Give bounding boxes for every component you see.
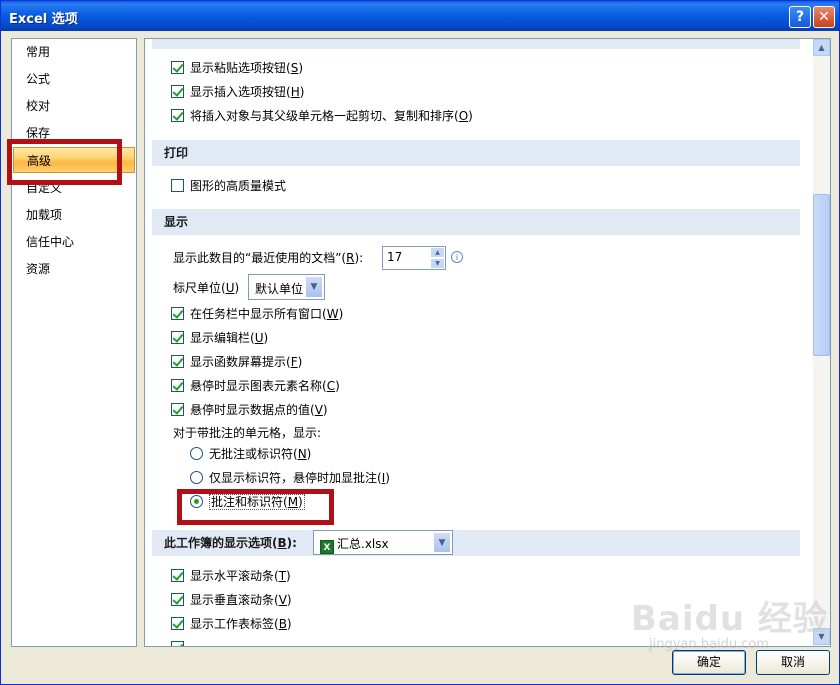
option-high-quality-graphics[interactable]: 图形的高质量模式 [171,177,286,195]
nav-item-common[interactable]: 常用 [13,39,135,65]
help-button[interactable]: ? [789,6,811,28]
option-horizontal-scrollbar[interactable]: 显示水平滚动条(T) [171,567,291,585]
title-bar[interactable]: Excel 选项 ? ✕ [1,1,839,31]
vertical-scrollbar[interactable]: ▲ ▼ [813,39,830,646]
radio-indicators-only[interactable]: 仅显示标识符，悬停时加显批注(I) [190,469,390,487]
checkbox[interactable] [171,179,184,192]
help-icon: ? [795,9,805,25]
nav-item-resources[interactable]: 资源 [13,256,135,282]
checkbox[interactable] [171,641,184,646]
nav-item-label: 校对 [26,99,51,113]
checkbox[interactable] [171,569,184,582]
nav-item-label: 加载项 [26,208,63,222]
cancel-button[interactable]: 取消 [756,650,830,675]
section-header-print: 打印 [152,140,800,166]
workbook-value: 汇总.xlsx [337,537,389,551]
nav-item-label: 信任中心 [26,235,75,249]
spinner-buttons: ▲ ▼ [430,247,445,269]
scroll-up-icon[interactable]: ▲ [813,39,830,56]
nav-item-label: 常用 [26,45,51,59]
ruler-units-label: 标尺单位(U) [173,281,240,295]
nav-item-trust-center[interactable]: 信任中心 [13,229,135,255]
nav-item-label: 保存 [26,126,51,140]
checkbox[interactable] [171,617,184,630]
radio-no-comments[interactable]: 无批注或标识符(N) [190,445,311,463]
comments-display-label: 对于带批注的单元格，显示: [173,426,322,440]
chevron-down-icon[interactable]: ▼ [433,532,451,553]
nav-item-label: 公式 [26,72,51,86]
workbook-select[interactable]: X 汇总.xlsx ▼ [313,530,453,555]
checkbox[interactable] [171,355,184,368]
option-show-all-windows-taskbar[interactable]: 在任务栏中显示所有窗口(W) [171,305,343,323]
option-chart-element-names[interactable]: 悬停时显示图表元素名称(C) [171,377,340,395]
checkbox[interactable] [171,61,184,74]
nav-item-addins[interactable]: 加载项 [13,202,135,228]
ruler-units-value: 默认单位 [255,282,304,296]
scroll-thumb[interactable] [813,194,830,356]
highlight-box-advanced [7,139,122,185]
radio-button[interactable] [190,447,203,460]
checkbox[interactable] [171,593,184,606]
info-icon: i [451,251,463,263]
nav-item-label: 资源 [26,262,51,276]
recent-documents-spinner[interactable]: 17 ▲ ▼ [382,246,446,270]
option-show-paste-options[interactable]: 显示粘贴选项按钮(S) [171,59,303,77]
baidu-watermark: Baidu 经验 [631,599,828,639]
nav-item-formulas[interactable]: 公式 [13,66,135,92]
option-data-point-values[interactable]: 悬停时显示数据点的值(V) [171,401,328,419]
option-show-formula-bar[interactable]: 显示编辑栏(U) [171,329,268,347]
option-show-insert-options[interactable]: 显示插入选项按钮(H) [171,83,304,101]
section-header-display: 显示 [152,209,800,235]
checkbox[interactable] [171,109,184,122]
chevron-down-icon[interactable]: ▼ [305,276,323,298]
nav-item-proofing[interactable]: 校对 [13,93,135,119]
checkbox[interactable] [171,85,184,98]
checkbox[interactable] [171,331,184,344]
recent-documents-value[interactable]: 17 [387,250,402,264]
recent-documents-label: 显示此数目的“最近使用的文档”(R): [173,251,364,265]
spin-down-icon[interactable]: ▼ [430,258,445,269]
radio-button[interactable] [190,471,203,484]
settings-panel: 显示粘贴选项按钮(S) 显示插入选项按钮(H) 将插入对象与其父级单元格一起剪切… [144,38,831,647]
excel-file-icon: X [320,540,334,554]
option-sheet-tabs[interactable]: 显示工作表标签(B) [171,615,292,633]
highlight-box-comments [177,489,334,525]
checkbox[interactable] [171,403,184,416]
option-partially-visible[interactable] [171,639,190,646]
option-vertical-scrollbar[interactable]: 显示垂直滚动条(V) [171,591,292,609]
option-show-function-tooltips[interactable]: 显示函数屏幕提示(F) [171,353,302,371]
option-cut-copy-sort-objects[interactable]: 将插入对象与其父级单元格一起剪切、复制和排序(O) [171,107,473,125]
window-title: Excel 选项 [9,12,78,27]
checkbox[interactable] [171,307,184,320]
ruler-units-select[interactable]: 默认单位 ▼ [248,274,325,300]
section-header-cut-copy [152,39,800,49]
checkbox[interactable] [171,379,184,392]
section-header-workbook: 此工作簿的显示选项(B): [152,530,800,556]
excel-options-dialog: Excel 选项 ? ✕ 常用 公式 校对 保存 高级 自定义 加载项 信任中心… [0,0,840,685]
spin-up-icon[interactable]: ▲ [430,247,445,258]
category-nav: 常用 公式 校对 保存 高级 自定义 加载项 信任中心 资源 [11,38,137,647]
close-icon: ✕ [818,9,830,25]
ok-button[interactable]: 确定 [672,650,746,675]
close-button[interactable]: ✕ [813,6,835,28]
